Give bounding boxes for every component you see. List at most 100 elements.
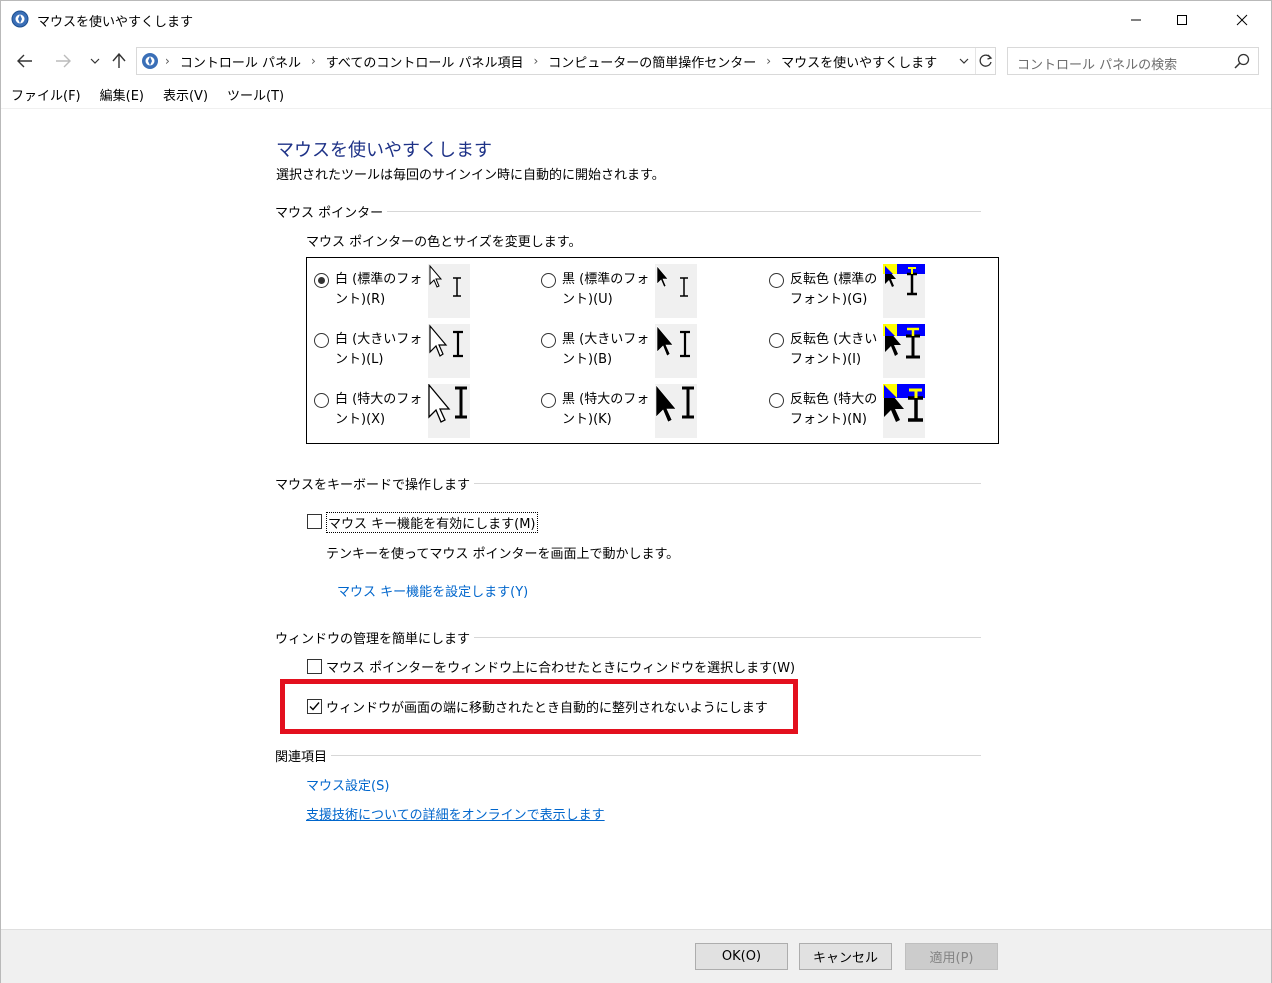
pointer-option-invert-standard[interactable]: 反転色 (標準のフォント)(G) (769, 264, 999, 328)
pointer-section-heading: マウス ポインター (275, 202, 981, 221)
checkmark-icon (309, 702, 320, 711)
radio-button[interactable] (314, 333, 329, 348)
pointer-option-invert-large[interactable]: 反転色 (大きいフォント)(I) (769, 324, 999, 388)
invert-pointer-standard-icon (883, 264, 925, 296)
radio-button[interactable] (769, 393, 784, 408)
search-input[interactable]: コントロール パネルの検索 (1007, 47, 1259, 75)
pointer-preview (428, 324, 470, 378)
pointer-option-black-standard[interactable]: 黒 (標準のフォント)(U) (541, 264, 771, 328)
white-pointer-large-icon (429, 324, 463, 358)
assistive-tech-online-link[interactable]: 支援技術についての詳細をオンラインで表示します (306, 804, 605, 823)
address-bar[interactable]: › コントロール パネル › すべてのコントロール パネル項目 › コンピュータ… (136, 47, 996, 75)
pointer-preview (655, 264, 697, 318)
maximize-button[interactable] (1159, 1, 1205, 38)
breadcrumb-all-items[interactable]: すべてのコントロール パネル項目 (322, 52, 528, 71)
invert-pointer-xlarge-icon (883, 384, 925, 422)
chevron-right-icon[interactable]: › (760, 54, 777, 68)
search-placeholder: コントロール パネルの検索 (1017, 58, 1178, 73)
invert-pointer-large-icon (883, 324, 925, 359)
option-label: 反転色 (大きいフォント)(I) (790, 332, 878, 367)
radio-button[interactable] (541, 273, 556, 288)
radio-button[interactable] (314, 393, 329, 408)
pointer-preview (428, 383, 470, 438)
menu-tools[interactable]: ツール(T) (217, 87, 293, 108)
pointer-preview (883, 264, 925, 318)
chevron-down-icon (90, 58, 100, 64)
pointer-option-white-large[interactable]: 白 (大きいフォント)(L) (314, 324, 544, 388)
pointer-option-white-standard[interactable]: 白 (標準のフォント)(R) (314, 264, 544, 328)
pointer-scheme-group: 白 (標準のフォント)(R) 黒 (標準のフォント)(U) 反転色 (標準のフォ… (306, 257, 999, 444)
mouse-keys-checkbox[interactable] (307, 514, 322, 529)
search-icon (1234, 53, 1250, 69)
radio-button[interactable] (314, 273, 329, 288)
back-arrow-icon (17, 54, 32, 68)
radio-button[interactable] (769, 333, 784, 348)
pointer-preview (883, 324, 925, 378)
navigation-bar: › コントロール パネル › すべてのコントロール パネル項目 › コンピュータ… (1, 45, 1271, 77)
cancel-button[interactable]: キャンセル (799, 943, 892, 970)
refresh-icon (979, 54, 992, 67)
apply-button[interactable]: 適用(P) (905, 943, 998, 970)
breadcrumb-current[interactable]: マウスを使いやすくします (777, 52, 941, 71)
pointer-option-invert-xlarge[interactable]: 反転色 (特大のフォント)(N) (769, 384, 999, 448)
white-pointer-standard-icon (429, 264, 461, 297)
option-label: 反転色 (標準のフォント)(G) (790, 272, 878, 307)
minimize-icon (1131, 19, 1141, 20)
menu-file[interactable]: ファイル(F) (1, 87, 90, 108)
menu-edit[interactable]: 編集(E) (90, 87, 153, 108)
ok-button[interactable]: OK(O) (695, 943, 788, 970)
minimize-button[interactable] (1113, 1, 1159, 38)
control-panel-icon (142, 53, 158, 69)
radio-button[interactable] (541, 333, 556, 348)
option-label: 黒 (大きいフォント)(B) (562, 332, 650, 367)
prevent-snap-label[interactable]: ウィンドウが画面の端に移動されたとき自動的に整列されないようにします (326, 697, 768, 716)
breadcrumb-control-panel[interactable]: コントロール パネル (176, 52, 305, 71)
window: マウスを使いやすくします › コントロール パネル › すべてのコントロール パ… (0, 0, 1272, 983)
pointer-preview (655, 384, 697, 438)
mouse-keys-label[interactable]: マウス キー機能を有効にします(M) (326, 512, 538, 533)
mouse-keys-description: テンキーを使ってマウス ポインターを画面上で動かします。 (326, 547, 680, 562)
recent-locations-button[interactable] (85, 51, 105, 71)
pointer-preview (655, 324, 697, 378)
hover-activate-label[interactable]: マウス ポインターをウィンドウ上に合わせたときにウィンドウを選択します(W) (326, 657, 795, 676)
mouse-keys-settings-link[interactable]: マウス キー機能を設定します(Y) (337, 581, 528, 600)
section-label: マウスをキーボードで操作します (275, 474, 475, 493)
section-label: ウィンドウの管理を簡単にします (275, 628, 475, 647)
divider (275, 755, 981, 756)
option-label: 黒 (特大のフォント)(K) (562, 392, 650, 427)
hover-activate-checkbox[interactable] (307, 659, 322, 674)
back-button[interactable] (15, 51, 35, 71)
chevron-right-icon[interactable]: › (527, 54, 544, 68)
keyboard-section-heading: マウスをキーボードで操作します (275, 474, 981, 493)
pointer-description: マウス ポインターの色とサイズを変更します。 (306, 235, 582, 250)
white-pointer-xlarge-icon (428, 383, 467, 423)
option-label: 白 (特大のフォント)(X) (335, 392, 423, 427)
up-arrow-icon (112, 53, 126, 68)
section-label: マウス ポインター (275, 202, 388, 221)
up-button[interactable] (109, 51, 129, 71)
title-bar: マウスを使いやすくします (1, 1, 1271, 38)
maximize-icon (1177, 14, 1187, 25)
breadcrumb-ease-of-access[interactable]: コンピューターの簡単操作センター (544, 52, 760, 71)
forward-button[interactable] (53, 51, 73, 71)
mouse-settings-link[interactable]: マウス設定(S) (306, 775, 389, 794)
option-label: 黒 (標準のフォント)(U) (562, 272, 650, 307)
pointer-preview (883, 384, 925, 438)
refresh-button[interactable] (975, 48, 995, 74)
close-icon (1236, 14, 1248, 25)
pointer-option-black-large[interactable]: 黒 (大きいフォント)(B) (541, 324, 771, 388)
option-label: 白 (標準のフォント)(R) (335, 272, 423, 307)
pointer-option-black-xlarge[interactable]: 黒 (特大のフォント)(K) (541, 384, 771, 448)
black-pointer-standard-icon (656, 265, 688, 297)
radio-button[interactable] (769, 273, 784, 288)
radio-button[interactable] (541, 393, 556, 408)
black-pointer-large-icon (656, 325, 690, 358)
pointer-option-white-xlarge[interactable]: 白 (特大のフォント)(X) (314, 383, 544, 448)
chevron-right-icon[interactable]: › (305, 54, 322, 68)
related-section-heading: 関連項目 (275, 746, 981, 765)
chevron-down-icon (959, 58, 969, 64)
menu-view[interactable]: 表示(V) (153, 87, 217, 108)
prevent-snap-checkbox[interactable] (307, 699, 322, 714)
address-dropdown-button[interactable] (954, 48, 974, 74)
close-button[interactable] (1219, 1, 1265, 38)
